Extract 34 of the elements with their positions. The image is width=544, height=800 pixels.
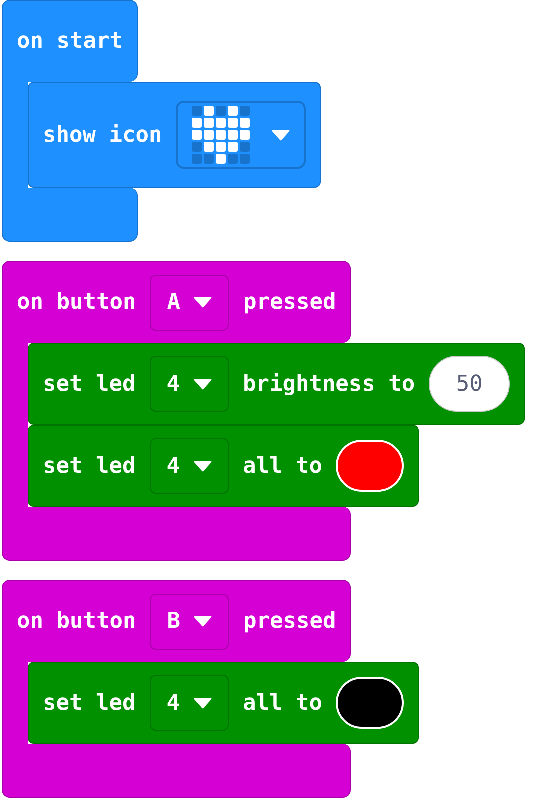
dropdown[interactable]: 4: [150, 438, 229, 494]
block-label: all to: [242, 690, 322, 718]
event-block-header[interactable]: on button A pressed: [2, 261, 352, 343]
dropdown[interactable]: 4: [150, 356, 229, 412]
icon-dropdown[interactable]: [176, 101, 306, 169]
dropdown[interactable]: A: [150, 274, 230, 330]
color-swatch[interactable]: [336, 440, 404, 492]
block-label: set led: [43, 370, 136, 398]
block-label: on button: [17, 289, 136, 317]
block-label: on button: [17, 608, 136, 636]
statement-block[interactable]: set led 4 all to: [28, 425, 420, 507]
block-label: show icon: [43, 122, 162, 150]
dropdown[interactable]: B: [150, 594, 230, 650]
caret-icon: [194, 378, 212, 390]
block-label: pressed: [243, 289, 336, 317]
block-label: brightness to: [242, 370, 416, 398]
caret-icon: [194, 460, 212, 472]
caret-icon: [272, 130, 290, 140]
statement-block[interactable]: show icon: [28, 82, 322, 188]
statement-block[interactable]: set led 4 brightness to 50: [28, 343, 526, 425]
block-label: all to: [242, 452, 322, 480]
dropdown[interactable]: 4: [150, 675, 229, 731]
caret-icon: [194, 698, 212, 708]
block-label: on start: [17, 28, 123, 56]
caret-icon: [194, 616, 212, 627]
color-swatch[interactable]: [336, 677, 404, 729]
caret-icon: [194, 297, 212, 308]
block-label: set led: [43, 452, 136, 480]
block-label: set led: [43, 690, 136, 718]
number-input[interactable]: 50: [429, 356, 510, 412]
event-block-header[interactable]: on button B pressed: [2, 580, 352, 662]
statement-block[interactable]: set led 4 all to: [28, 662, 420, 744]
block-label: pressed: [243, 608, 336, 636]
event-block-header[interactable]: on start: [2, 0, 138, 82]
